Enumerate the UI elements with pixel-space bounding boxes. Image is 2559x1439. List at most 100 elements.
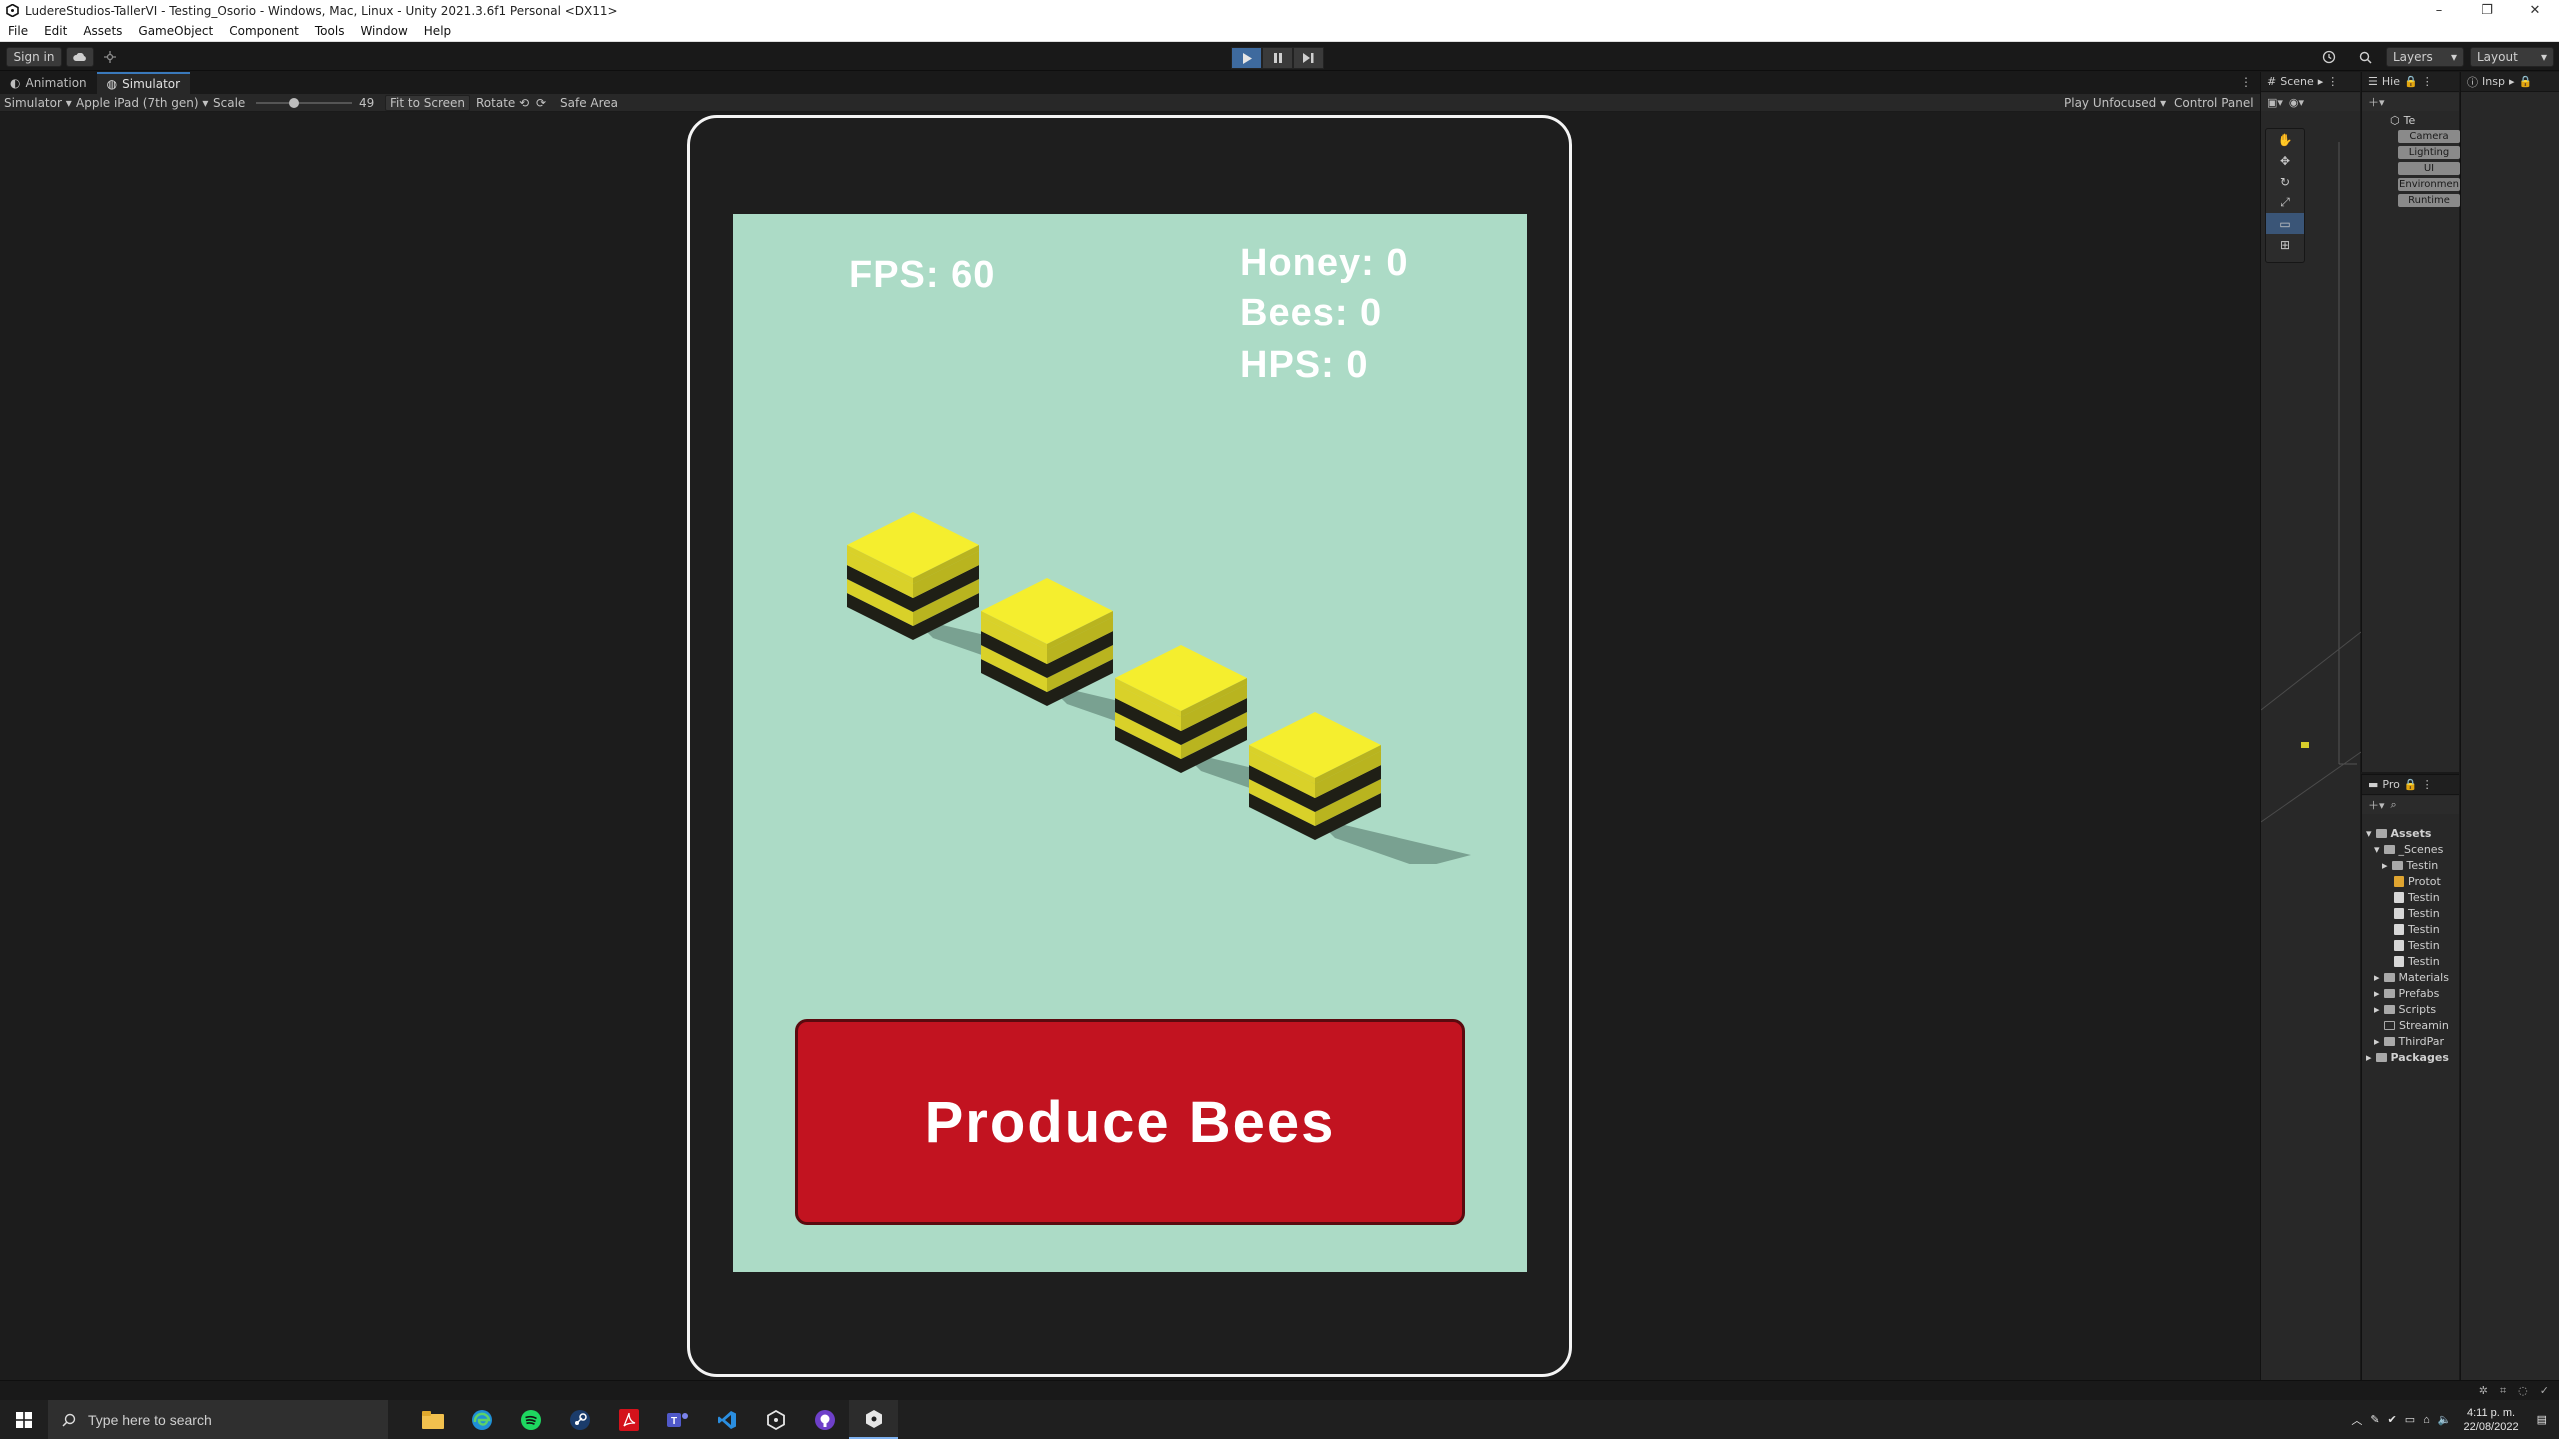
search-icon[interactable] — [2352, 47, 2378, 67]
vscode-icon[interactable] — [702, 1400, 751, 1439]
tree-scene-child[interactable]: Protot — [2394, 875, 2441, 888]
produce-bees-button[interactable]: Produce Bees — [795, 1019, 1465, 1225]
tree-scene-child[interactable]: ▸ Testin — [2382, 859, 2438, 872]
tree-assets[interactable]: ▾ Assets — [2366, 827, 2431, 840]
minimize-button[interactable]: – — [2415, 0, 2463, 21]
sign-in-button[interactable]: Sign in — [6, 47, 62, 67]
add-icon[interactable]: ＋▾ — [2368, 94, 2385, 110]
network-icon[interactable]: ⌂ — [2423, 1414, 2430, 1426]
tree-thirdparty[interactable]: ▸ ThirdPar — [2374, 1035, 2444, 1048]
spotify-icon[interactable] — [506, 1400, 555, 1439]
chevron-down-icon: ▾ — [2160, 96, 2167, 110]
hierarchy-item-camera[interactable]: Camera — [2398, 130, 2460, 143]
battery-icon[interactable]: ▭ — [2405, 1413, 2415, 1426]
folder-icon — [2383, 973, 2395, 982]
tree-materials[interactable]: ▸ Materials — [2374, 971, 2449, 984]
add-icon[interactable]: ＋▾ — [2368, 797, 2385, 813]
bug-icon[interactable]: ✲ — [2479, 1384, 2488, 1398]
menu-component[interactable]: Component — [221, 24, 307, 38]
lock-icon[interactable]: 🔒 — [2518, 75, 2532, 88]
view-mode-dropdown[interactable]: Simulator ▾ — [4, 94, 72, 112]
windows-taskbar: Type here to search T ︿ ✎ ✔ ▭ ⌂ 🔈 4:11 p… — [0, 1400, 2559, 1439]
tree-packages[interactable]: ▸ Packages — [2366, 1051, 2449, 1064]
start-button[interactable] — [0, 1400, 48, 1439]
pen-icon[interactable]: ✎ — [2370, 1413, 2379, 1426]
play-button[interactable] — [1231, 47, 1262, 69]
progress-icon[interactable]: ◌ — [2518, 1384, 2528, 1398]
tab-hierarchy[interactable]: ☰ Hie 🔒 ⋮ — [2362, 72, 2459, 92]
hierarchy-item-environment[interactable]: Environmen — [2398, 178, 2460, 191]
tree-scenes[interactable]: ▾ _Scenes — [2374, 843, 2443, 856]
fit-to-screen-button[interactable]: Fit to Screen — [385, 95, 470, 111]
collab-icon[interactable] — [98, 47, 122, 67]
unity-hub-icon[interactable] — [751, 1400, 800, 1439]
menu-assets[interactable]: Assets — [75, 24, 130, 38]
menu-gameobject[interactable]: GameObject — [130, 24, 221, 38]
tab-inspector[interactable]: ⓘ Insp ▸ 🔒 — [2461, 72, 2559, 92]
more-options-icon[interactable]: ⋮ — [2422, 75, 2433, 88]
menu-file[interactable]: File — [0, 24, 36, 38]
acrobat-icon[interactable] — [604, 1400, 653, 1439]
scale-slider[interactable] — [256, 94, 352, 112]
tree-scene-child[interactable]: Testin — [2394, 923, 2440, 936]
unity-editor-icon[interactable] — [849, 1400, 898, 1439]
tab-simulator[interactable]: ◍ Simulator — [96, 72, 191, 94]
safe-area-toggle[interactable]: Safe Area — [560, 94, 618, 112]
scale-slider-handle[interactable] — [289, 98, 299, 108]
tree-scene-child[interactable]: Testin — [2394, 891, 2440, 904]
menu-edit[interactable]: Edit — [36, 24, 75, 38]
rotate-right-icon[interactable]: ⟳ — [536, 94, 546, 112]
layout-dropdown[interactable]: Layout ▾ — [2470, 47, 2554, 67]
device-dropdown[interactable]: Apple iPad (7th gen) ▾ — [76, 94, 208, 112]
rotate-left-icon[interactable]: ⟲ — [519, 94, 529, 112]
more-options-icon[interactable]: ⋮ — [2422, 778, 2433, 791]
search-icon[interactable]: ⌕ — [2391, 798, 2397, 812]
folder-icon — [2383, 1005, 2395, 1014]
control-panel-button[interactable]: Control Panel — [2174, 94, 2254, 112]
menu-tools[interactable]: Tools — [307, 24, 353, 38]
chevron-up-icon[interactable]: ︿ — [2351, 1412, 2362, 1428]
pause-button[interactable] — [1262, 47, 1293, 69]
github-desktop-icon[interactable] — [800, 1400, 849, 1439]
teams-icon[interactable]: T — [653, 1400, 702, 1439]
tree-prefabs[interactable]: ▸ Prefabs — [2374, 987, 2439, 1000]
hierarchy-item-ui[interactable]: UI — [2398, 162, 2460, 175]
lock-icon[interactable]: 🔒 — [2404, 75, 2418, 88]
tree-streaming[interactable]: Streamin — [2384, 1019, 2449, 1032]
more-options-icon[interactable]: ⋮ — [2240, 75, 2252, 89]
tab-scene[interactable]: # Scene ▸ ⋮ — [2261, 72, 2360, 92]
play-mode-label: Play Unfocused — [2064, 96, 2157, 110]
tree-scene-child[interactable]: Testin — [2394, 955, 2440, 968]
step-button[interactable] — [1293, 47, 1324, 69]
menu-help[interactable]: Help — [416, 24, 459, 38]
volume-icon[interactable]: 🔈 — [2438, 1413, 2452, 1426]
lock-icon[interactable]: 🔒 — [2404, 778, 2418, 791]
restore-button[interactable]: ❐ — [2463, 0, 2511, 21]
notifications-icon[interactable]: ▤ — [2537, 1413, 2547, 1426]
hierarchy-item-lighting[interactable]: Lighting — [2398, 146, 2460, 159]
layers-dropdown[interactable]: Layers ▾ — [2386, 47, 2464, 67]
scene-root[interactable]: ⬡ Te — [2390, 114, 2415, 127]
clock[interactable]: 4:11 p. m. 22/08/2022 — [2464, 1406, 2519, 1434]
more-options-icon[interactable]: ⋮ — [2327, 75, 2338, 88]
tree-scene-child[interactable]: Testin — [2394, 907, 2440, 920]
file-explorer-icon[interactable] — [408, 1400, 457, 1439]
scene-panel: # Scene ▸ ⋮ ▣▾ ◉▾ ✋ ✥ ↻ ⤢ ▭ ⊞ — [2260, 72, 2361, 1380]
check-icon[interactable]: ✔ — [2388, 1413, 2397, 1426]
tree-scene-child[interactable]: Testin — [2394, 939, 2440, 952]
cloud-icon[interactable] — [66, 47, 94, 67]
network-icon[interactable]: ⌗ — [2500, 1384, 2506, 1398]
steam-icon[interactable] — [555, 1400, 604, 1439]
history-icon[interactable] — [2316, 47, 2342, 67]
check-icon[interactable]: ✓ — [2540, 1384, 2549, 1398]
hierarchy-item-runtime[interactable]: Runtime — [2398, 194, 2460, 207]
tree-scripts[interactable]: ▸ Scripts — [2374, 1003, 2436, 1016]
folder-icon — [2383, 1037, 2395, 1046]
taskbar-search-box[interactable]: Type here to search — [48, 1400, 388, 1439]
edge-browser-icon[interactable] — [457, 1400, 506, 1439]
tab-animation[interactable]: ◐ Animation — [0, 72, 97, 94]
play-mode-dropdown[interactable]: Play Unfocused ▾ — [2064, 94, 2166, 112]
menu-window[interactable]: Window — [352, 24, 415, 38]
tab-project[interactable]: ▬ Pro 🔒 ⋮ — [2362, 775, 2459, 795]
close-button[interactable]: ✕ — [2511, 0, 2559, 21]
